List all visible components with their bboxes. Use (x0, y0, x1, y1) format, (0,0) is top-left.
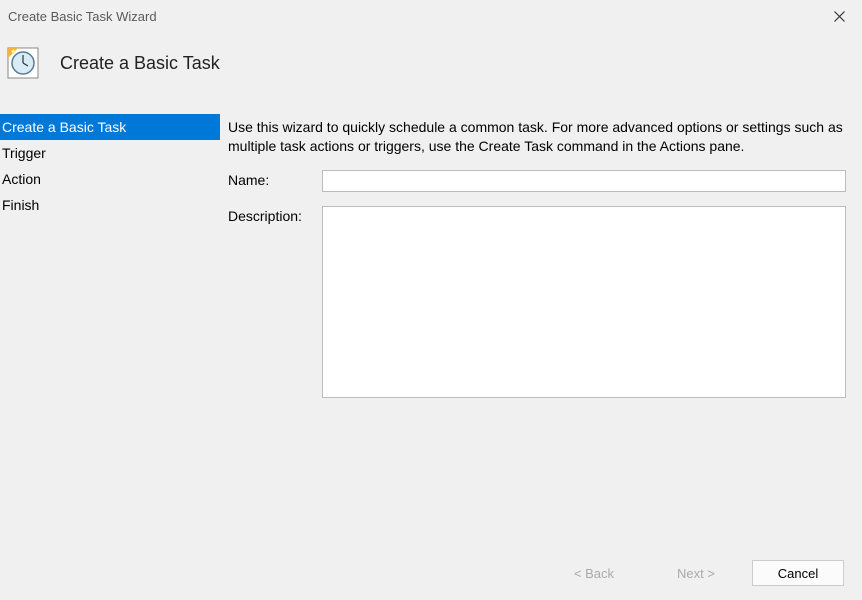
wizard-steps-sidebar: Create a Basic Task Trigger Action Finis… (0, 110, 220, 550)
page-title: Create a Basic Task (60, 53, 220, 74)
sidebar-item-action[interactable]: Action (0, 166, 220, 192)
sidebar-item-finish[interactable]: Finish (0, 192, 220, 218)
intro-text: Use this wizard to quickly schedule a co… (228, 118, 846, 156)
description-row: Description: (228, 206, 846, 398)
next-button[interactable]: Next > (650, 560, 742, 586)
wizard-footer: < Back Next > Cancel (0, 550, 862, 600)
name-row: Name: (228, 170, 846, 192)
sidebar-item-create-basic-task[interactable]: Create a Basic Task (0, 114, 220, 140)
description-label: Description: (228, 206, 322, 224)
wizard-window: Create Basic Task Wizard Create a Basic … (0, 0, 862, 600)
name-input[interactable] (322, 170, 846, 192)
back-button[interactable]: < Back (548, 560, 640, 586)
name-label: Name: (228, 170, 322, 188)
main-panel: Use this wizard to quickly schedule a co… (220, 110, 862, 550)
titlebar: Create Basic Task Wizard (0, 0, 862, 32)
description-textarea[interactable] (322, 206, 846, 398)
clock-icon (6, 46, 40, 80)
close-button[interactable] (816, 0, 862, 32)
window-title: Create Basic Task Wizard (8, 9, 816, 24)
content-area: Create a Basic Task Trigger Action Finis… (0, 110, 862, 550)
cancel-button[interactable]: Cancel (752, 560, 844, 586)
sidebar-item-trigger[interactable]: Trigger (0, 140, 220, 166)
wizard-header: Create a Basic Task (0, 32, 862, 110)
close-icon (834, 11, 845, 22)
